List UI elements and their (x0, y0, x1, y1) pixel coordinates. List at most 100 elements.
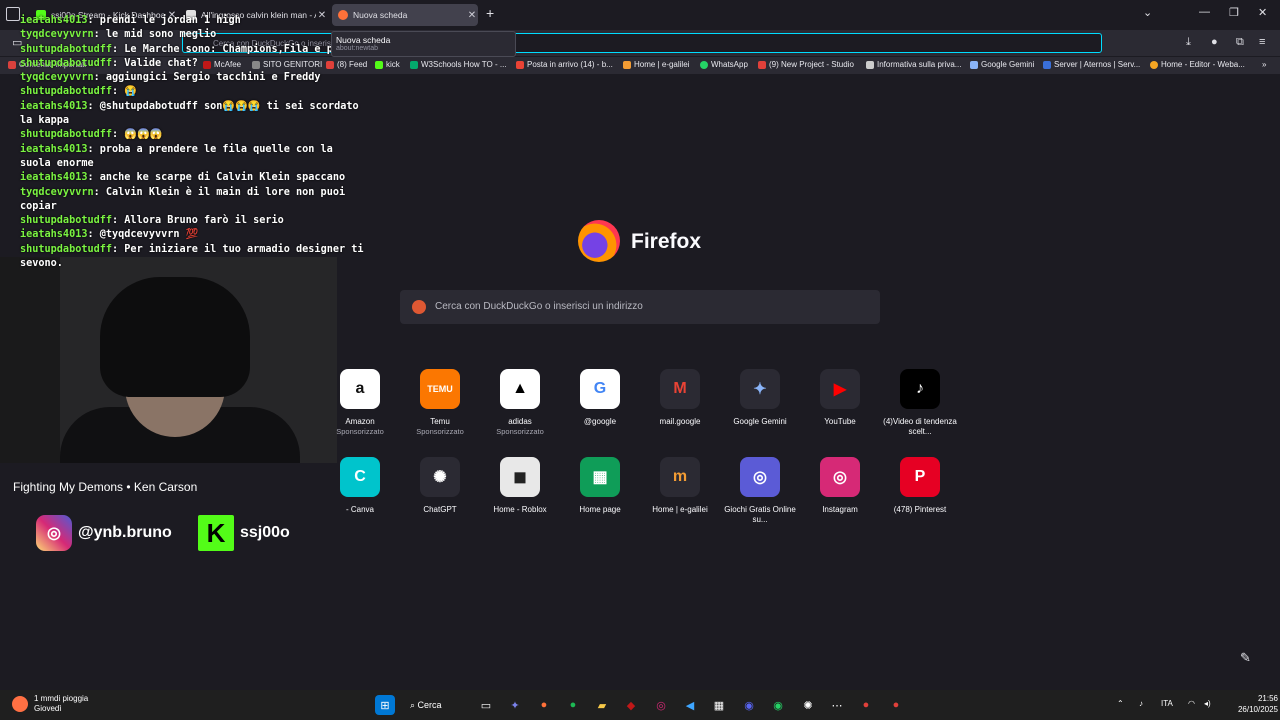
shortcut-tile[interactable]: ✦ Google Gemini (720, 369, 800, 427)
shortcut-tile[interactable]: TEMU Temu Sponsorizzato (400, 369, 480, 437)
whatsapp-icon[interactable]: ◉ (768, 695, 788, 715)
teams-icon[interactable]: ✦ (505, 695, 525, 715)
shortcut-label: Instagram (822, 505, 858, 514)
shortcut-tile[interactable]: ▶ YouTube (800, 369, 880, 427)
newtab-search-box[interactable]: Cerca con DuckDuckGo o inserisci un indi… (400, 290, 880, 324)
account-icon[interactable]: ● (1211, 36, 1218, 48)
tray-chevron-icon[interactable]: ⌃ (1117, 699, 1124, 708)
bookmark-item[interactable]: Home - Editor - Weba... (1150, 60, 1245, 69)
downloads-icon[interactable]: ⤓ (1186, 36, 1191, 49)
shortcut-icon: ▲ (500, 369, 540, 409)
store-icon[interactable]: ▦ (709, 695, 729, 715)
shortcut-tile[interactable]: ✺ ChatGPT (400, 457, 480, 515)
tab-list-icon[interactable] (6, 7, 20, 21)
shortcut-icon: a (340, 369, 380, 409)
tab-title: Nuova scheda (353, 10, 408, 20)
bookmark-item[interactable]: Server | Aternos | Serv... (1043, 60, 1140, 69)
taskbar-search[interactable]: ⌕ Cerca (410, 695, 460, 715)
app-taskbar-icon[interactable]: ⋯ (827, 695, 847, 715)
shortcut-tile[interactable]: m Home | e-galilei (640, 457, 720, 515)
shortcut-tile[interactable]: ◎ Giochi Gratis Online su... (720, 457, 800, 525)
chat-text: Allora Bruno farò il serio (124, 215, 284, 227)
bookmark-icon (866, 60, 874, 69)
maximize-icon[interactable]: ❐ (1229, 6, 1239, 19)
discord-icon[interactable]: ◉ (739, 695, 759, 715)
shortcut-label: @google (583, 417, 617, 426)
shortcut-tile[interactable]: a Amazon Sponsorizzato (320, 369, 400, 437)
shortcut-tile[interactable]: ▦ Home page (560, 457, 640, 515)
chat-username: shutupdabotudff (20, 129, 113, 141)
shortcut-tile[interactable]: P (478) Pinterest (880, 457, 960, 515)
shortcut-label: (4)Video di tendenza scelt... (883, 417, 957, 436)
shortcut-label: mail.google (659, 417, 701, 426)
shortcut-icon: ▶ (820, 369, 860, 409)
chat-message: shutupdabotudff: 😭 (20, 86, 137, 98)
bookmark-item[interactable]: Informativa sulla priva... (866, 60, 961, 69)
shortcut-label: Giochi Gratis Online su... (724, 505, 796, 524)
tooltip-title: Nuova scheda (336, 35, 391, 45)
start-button-icon[interactable]: ⊞ (375, 695, 395, 715)
new-tab-plus-icon[interactable]: + (486, 5, 494, 21)
bookmark-item[interactable]: W3Schools How TO - ... (410, 60, 507, 69)
search-placeholder: Cerca con DuckDuckGo o inserisci un indi… (435, 301, 643, 312)
shortcut-label: adidas (508, 417, 532, 426)
shortcut-tile[interactable]: Mmail.google (640, 369, 720, 427)
weather-widget[interactable]: 1 mmdi pioggia Giovedì (12, 694, 88, 714)
close-window-icon[interactable]: ✕ (1258, 6, 1267, 19)
shortcut-label: Temu (430, 417, 450, 426)
bookmark-item[interactable]: kick (375, 60, 400, 69)
bookmark-item[interactable]: Google Gemini (970, 60, 1034, 69)
bookmark-item[interactable]: (9) New Project - Studio (758, 60, 854, 69)
wifi-icon[interactable]: ◠ (1188, 699, 1195, 708)
bookmark-item[interactable]: Home | e-galilei (623, 60, 689, 69)
shortcut-tile[interactable]: ◎ Instagram (800, 457, 880, 515)
shortcut-label: - Canva (345, 505, 374, 514)
chat-text: aggiungici Sergio tacchini e Freddy (105, 72, 321, 84)
shortcut-label: Home page (579, 505, 621, 514)
bookmark-icon (758, 60, 766, 69)
weather-title: 1 mmdi pioggia (34, 694, 89, 703)
close-tab-icon[interactable]: ✕ (466, 10, 478, 21)
windows-taskbar: 1 mmdi pioggia Giovedì ⊞ ⌕ Cerca ▭ ✦ ● ●… (0, 690, 1280, 720)
shortcut-label: ChatGPT (423, 505, 457, 514)
instagram-icon: ◎ (36, 515, 72, 551)
list-all-tabs-chevron-icon[interactable]: ⌄ (1143, 6, 1152, 19)
shortcut-tile[interactable]: ◼ Home - Roblox (480, 457, 560, 515)
shortcut-icon: TEMU (420, 369, 460, 409)
input-language[interactable]: ITA (1161, 699, 1173, 708)
instagram-taskbar-icon[interactable]: ◎ (651, 695, 671, 715)
chat-text: 😭 (124, 86, 137, 98)
extensions-icon[interactable]: ⧉ (1236, 36, 1244, 49)
record-app-2-icon[interactable]: ● (886, 695, 906, 715)
menu-icon[interactable]: ≡ (1259, 36, 1265, 48)
volume-icon[interactable]: ◂) (1204, 699, 1211, 708)
shortcut-icon: M (660, 369, 700, 409)
bookmark-item[interactable]: WhatsApp (700, 60, 748, 69)
customize-pencil-icon[interactable]: ✎ (1240, 650, 1251, 666)
shortcut-tile[interactable]: C - Canva (320, 457, 400, 515)
firefox-wordmark: Firefox (631, 230, 702, 253)
chat-text: anche ke scarpe di Calvin Klein spaccano (99, 172, 346, 184)
shortcut-tile[interactable]: ▲ adidas Sponsorizzato (480, 369, 560, 437)
vscode-icon[interactable]: ◀ (680, 695, 700, 715)
microphone-icon[interactable]: ♪ (1139, 699, 1143, 708)
bookmark-item[interactable]: Posta in arrivo (14) - b... (516, 60, 613, 69)
shortcut-tile[interactable]: G @google (560, 369, 640, 427)
shortcut-tile[interactable]: ♪ (4)Video di tendenza scelt... (880, 369, 960, 437)
record-app-icon[interactable]: ● (856, 695, 876, 715)
chat-message: shutupdabotudff: Allora Bruno farò il se… (20, 215, 284, 227)
system-clock[interactable]: 21:56 26/10/2025 (1228, 693, 1278, 715)
task-view-icon[interactable]: ▭ (476, 695, 496, 715)
bookmark-icon (1150, 60, 1158, 69)
file-explorer-icon[interactable]: ▰ (592, 695, 612, 715)
chatgpt-taskbar-icon[interactable]: ✺ (798, 695, 818, 715)
firefox-taskbar-icon[interactable]: ● (534, 695, 554, 715)
shortcut-icon: C (340, 457, 380, 497)
more-bookmarks-icon[interactable]: » (1262, 60, 1266, 69)
spotify-icon[interactable]: ● (563, 695, 583, 715)
minimize-icon[interactable]: — (1199, 6, 1210, 18)
chat-message: shutupdabotudff: Valide chat? (20, 57, 198, 69)
chat-text: prendi le jordan 1 high (99, 15, 241, 26)
mcafee-icon[interactable]: ◆ (621, 695, 641, 715)
kick-handle: K ssj00o (198, 515, 290, 551)
